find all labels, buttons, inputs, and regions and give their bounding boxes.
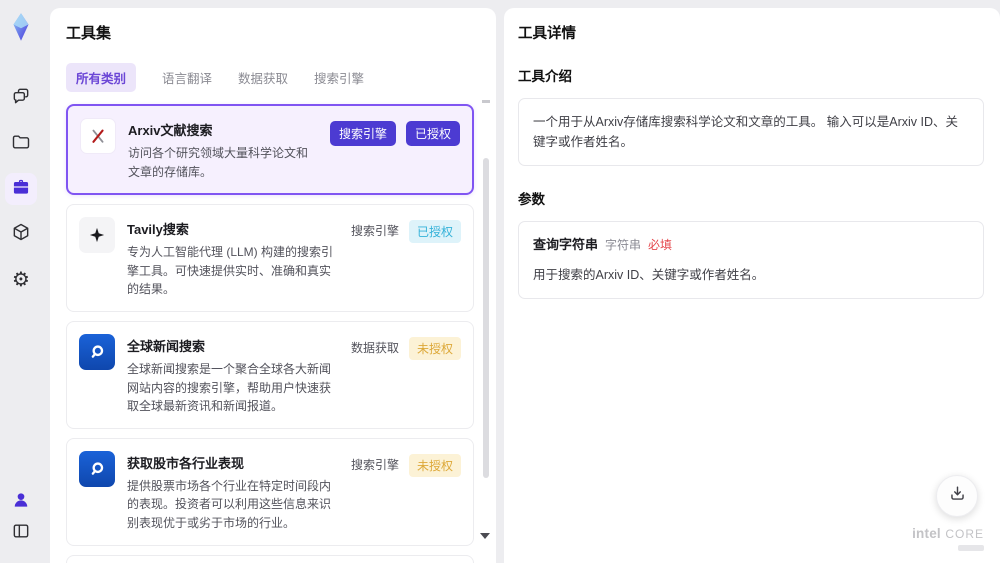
category-label: 搜索引擎	[350, 224, 399, 239]
category-label: 数据获取	[350, 340, 399, 355]
sidebar: ⚙	[0, 0, 42, 563]
tool-card-arxiv[interactable]: Arxiv文献搜索 访问各个研究领域大量科学论文和文章的存储库。 搜索引擎 已授…	[66, 104, 474, 196]
tool-description: 专为人工智能代理 (LLM) 构建的搜索引擎工具。可快速提供实时、准确和真实的结…	[127, 245, 334, 297]
tool-card-body: 全球新闻搜索 全球新闻搜索是一个聚合全球各大新闻网站内容的搜索引擎，帮助用户快速…	[127, 334, 339, 416]
tool-card-tags: 数据获取 未授权	[351, 334, 461, 416]
brand-intel-text: intel	[912, 526, 941, 542]
tool-name: Arxiv文献搜索	[128, 123, 213, 138]
tool-card-tags: 搜索引擎 已授权	[351, 217, 461, 299]
tool-card-body: Arxiv文献搜索 访问各个研究领域大量科学论文和文章的存储库。	[128, 118, 318, 181]
four-point-star-icon	[79, 217, 115, 254]
app-logo-gem-icon	[6, 12, 36, 42]
param-box: 查询字符串 字符串 必填 用于搜索的Arxiv ID、关键字或作者姓名。	[518, 221, 984, 299]
arxiv-logo-icon	[80, 118, 116, 154]
sidebar-item-settings[interactable]: ⚙	[5, 264, 37, 296]
tool-card-tags: 搜索引擎 未授权	[351, 451, 461, 533]
category-badge: 搜索引擎	[329, 121, 396, 146]
tool-card-tags: 搜索引擎 已授权	[329, 118, 460, 181]
param-description: 用于搜索的Arxiv ID、关键字或作者姓名。	[533, 267, 765, 282]
main-area: 工具集 所有类别 语言翻译 数据获取 搜索引擎 Arxiv文献搜索 访问各个研究…	[42, 0, 1000, 563]
intro-box: 一个用于从Arxiv存储库搜索科学论文和文章的工具。 输入可以是Arxiv ID…	[518, 98, 984, 166]
tool-name: 获取股市各行业表现	[127, 455, 245, 471]
panel-icon	[11, 521, 31, 546]
brand-sub-mark	[958, 545, 984, 551]
cube-icon	[11, 222, 31, 247]
tool-description: 访问各个研究领域大量科学论文和文章的存储库。	[128, 146, 309, 179]
tool-card-list: Arxiv文献搜索 访问各个研究领域大量科学论文和文章的存储库。 搜索引擎 已授…	[66, 104, 480, 563]
tool-details-panel: 工具详情 工具介绍 一个用于从Arxiv存储库搜索科学论文和文章的工具。 输入可…	[504, 8, 1000, 563]
scrollbar-thumb[interactable]	[483, 158, 489, 478]
tab-data-fetching[interactable]: 数据获取	[238, 63, 288, 92]
sidebar-item-tools[interactable]	[5, 173, 37, 205]
tab-language-translation[interactable]: 语言翻译	[162, 63, 212, 92]
param-type: 字符串	[605, 238, 642, 252]
sidebar-item-files[interactable]	[5, 128, 37, 160]
download-button[interactable]	[936, 475, 978, 517]
param-required-flag: 必填	[648, 238, 673, 252]
status-badge: 已授权	[405, 121, 460, 146]
gear-icon: ⚙	[12, 269, 30, 291]
params-section-title: 参数	[518, 192, 545, 207]
status-badge: 已授权	[408, 220, 461, 244]
tool-name: Tavily搜索	[127, 222, 189, 238]
folder-icon	[11, 132, 31, 157]
tool-card-global-news[interactable]: 全球新闻搜索 全球新闻搜索是一个聚合全球各大新闻网站内容的搜索引擎，帮助用户快速…	[66, 320, 474, 429]
tool-name: 全球新闻搜索	[127, 338, 206, 354]
blue-search-icon	[79, 333, 115, 370]
tool-card-tavily[interactable]: Tavily搜索 专为人工智能代理 (LLM) 构建的搜索引擎工具。可快速提供实…	[66, 204, 474, 312]
sidebar-item-panel-toggle[interactable]	[5, 517, 37, 549]
tool-card-body: Tavily搜索 专为人工智能代理 (LLM) 构建的搜索引擎工具。可快速提供实…	[127, 217, 339, 299]
page-title: 工具集	[66, 25, 112, 42]
status-badge: 未授权	[408, 336, 461, 360]
scrollbar-top-tick	[482, 100, 490, 103]
scrollbar-down-arrow-icon[interactable]	[480, 533, 490, 539]
app-window: ⚙ 工具集 所有类别 语言翻译 数据获取 搜索引擎 Arxiv文献搜索 访问各个…	[0, 0, 1000, 563]
category-tabs: 所有类别 语言翻译 数据获取 搜索引擎	[66, 63, 480, 92]
chat-icon	[11, 86, 31, 111]
tool-description: 提供股票市场各个行业在特定时间段内的表现。投资者可以利用这些信息来识别表现优于或…	[127, 478, 332, 530]
sidebar-item-account[interactable]	[5, 486, 37, 518]
sidebar-item-packages[interactable]	[5, 218, 37, 250]
brand-core-text: CORE	[945, 527, 984, 542]
status-badge: 未授权	[408, 453, 461, 477]
tool-description: 全球新闻搜索是一个聚合全球各大新闻网站内容的搜索引擎，帮助用户快速获取全球最新资…	[127, 361, 332, 414]
details-title: 工具详情	[518, 26, 576, 42]
blue-search-icon	[79, 450, 115, 487]
tool-card-body: 获取股市各行业表现 提供股票市场各个行业在特定时间段内的表现。投资者可以利用这些…	[127, 451, 339, 533]
tab-search-engine[interactable]: 搜索引擎	[314, 63, 364, 92]
tools-list-panel: 工具集 所有类别 语言翻译 数据获取 搜索引擎 Arxiv文献搜索 访问各个研究…	[50, 8, 496, 563]
intel-core-logo: intel CORE	[912, 525, 984, 551]
user-icon	[11, 490, 31, 515]
sidebar-item-chat[interactable]	[5, 82, 37, 114]
intro-text: 一个用于从Arxiv存储库搜索科学论文和文章的工具。 输入可以是Arxiv ID…	[533, 115, 959, 149]
tab-all-categories[interactable]: 所有类别	[66, 63, 137, 92]
param-name: 查询字符串	[533, 237, 599, 252]
category-label: 搜索引擎	[350, 457, 399, 472]
download-icon	[948, 484, 967, 508]
param-header: 查询字符串 字符串 必填	[533, 235, 969, 256]
tool-card-stock-sectors[interactable]: 获取股市各行业表现 提供股票市场各个行业在特定时间段内的表现。投资者可以利用这些…	[66, 437, 474, 546]
intro-section-title: 工具介绍	[518, 69, 572, 84]
briefcase-icon	[11, 177, 31, 202]
tool-card-active-stocks[interactable]: 获取市场最活跃股票信息 提供当天交易量最高的股票列表。投资者可以利用这些信息来识…	[66, 554, 474, 563]
